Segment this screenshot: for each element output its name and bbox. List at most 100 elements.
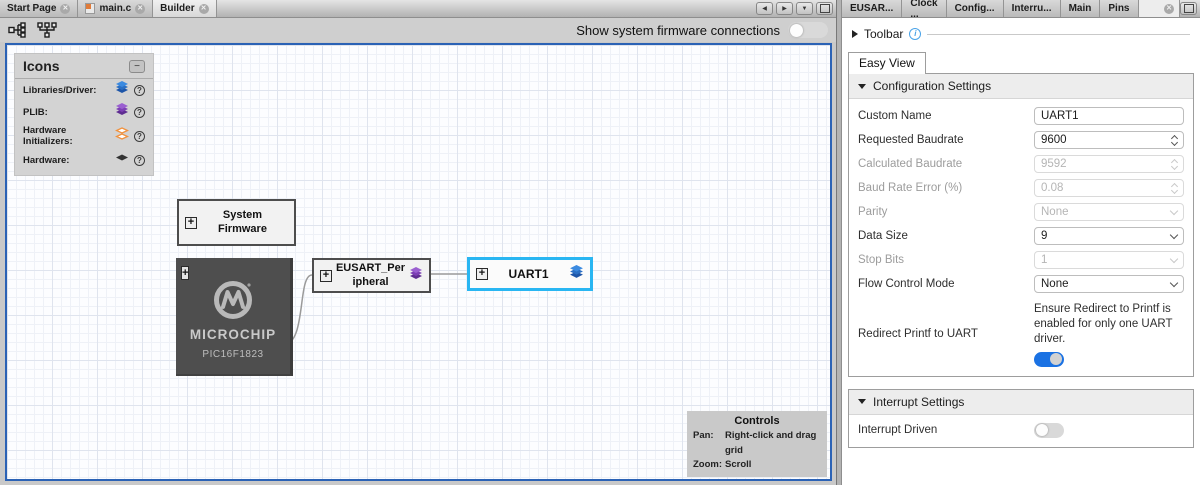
layers-purple-icon xyxy=(115,103,129,121)
requested-baudrate-row: Requested Baudrate 9600 xyxy=(849,128,1193,152)
chip-part-number: PIC16F1823 xyxy=(202,349,264,360)
close-icon[interactable]: ✕ xyxy=(60,3,71,14)
stop-bits-row: Stop Bits 1 xyxy=(849,248,1193,272)
interrupt-driven-toggle[interactable] xyxy=(1034,422,1064,438)
chevron-down-icon[interactable] xyxy=(1169,230,1179,239)
flow-control-mode-select[interactable]: None xyxy=(1034,275,1184,293)
maximize-icon[interactable] xyxy=(816,2,833,15)
uart1-block[interactable]: + UART1 xyxy=(467,257,593,291)
stepper-arrows-icon xyxy=(1170,158,1179,170)
tab-main[interactable]: Main xyxy=(1060,0,1101,17)
toolbar-label: Toolbar xyxy=(864,27,904,41)
requested-baudrate-stepper[interactable]: 9600 xyxy=(1034,131,1184,149)
block-label: EUSART_Peripheral xyxy=(335,261,406,288)
expand-icon[interactable]: + xyxy=(320,269,332,282)
legend-title: Icons xyxy=(23,58,60,74)
scroll-right-icon[interactable]: ▶ xyxy=(776,2,793,15)
builder-canvas[interactable]: Icons − Libraries/Driver: ? PLIB: ? Hard… xyxy=(5,43,832,481)
icons-legend: Icons − Libraries/Driver: ? PLIB: ? Hard… xyxy=(14,53,154,176)
help-icon[interactable]: ? xyxy=(134,130,145,142)
layers-purple-icon xyxy=(409,266,423,285)
layers-blue-icon xyxy=(569,264,584,284)
stop-bits-select: 1 xyxy=(1034,251,1184,269)
controls-title: Controls xyxy=(734,415,780,428)
tab-main-c[interactable]: main.c ✕ xyxy=(78,0,154,17)
configuration-settings-header[interactable]: Configuration Settings xyxy=(849,74,1193,99)
tab-pins[interactable]: Pins xyxy=(1100,0,1139,17)
close-icon[interactable]: ✕ xyxy=(1164,3,1174,14)
tab-list-dropdown-icon[interactable]: ▼ xyxy=(796,2,813,15)
diamond-black-icon xyxy=(115,151,129,169)
stepper-arrows-icon[interactable] xyxy=(1170,134,1179,146)
expand-icon[interactable]: + xyxy=(181,266,190,280)
editor-area: Start Page ✕ main.c ✕ Builder ✕ ◀ ▶ ▼ Sh… xyxy=(0,0,836,485)
block-label: UART1 xyxy=(508,266,549,281)
legend-item-hw-initializers: Hardware Initializers: ? xyxy=(15,123,153,149)
chevron-down-icon[interactable] xyxy=(1169,278,1179,287)
system-firmware-block[interactable]: + System Firmware xyxy=(177,199,296,246)
controls-info-box: Controls Pan: Right-click and drag grid … xyxy=(687,411,827,477)
legend-item-plib: PLIB: ? xyxy=(15,101,153,123)
c-file-icon xyxy=(85,3,96,14)
chip-brand: MICROCHIP xyxy=(189,327,277,342)
stepper-arrows-icon xyxy=(1170,182,1179,194)
chip-block[interactable]: + MICROCHIP PIC16F1823 xyxy=(176,258,293,376)
interrupt-driven-row: Interrupt Driven xyxy=(849,420,1193,441)
chevron-down-icon xyxy=(1169,254,1179,263)
show-connections-toggle[interactable] xyxy=(788,22,828,38)
interrupt-settings-panel: Interrupt Settings Interrupt Driven xyxy=(848,388,1194,448)
controls-pan-row: Pan: Right-click and drag grid xyxy=(693,430,817,456)
help-icon[interactable]: ? xyxy=(134,154,145,166)
expanded-triangle-icon[interactable] xyxy=(858,83,866,89)
data-size-select[interactable]: 9 xyxy=(1034,227,1184,245)
controls-zoom-row: Zoom: Scroll xyxy=(693,458,752,470)
baud-rate-error-stepper: 0.08 xyxy=(1034,179,1184,197)
tab-start-page[interactable]: Start Page ✕ xyxy=(0,0,79,17)
maximize-icon[interactable] xyxy=(1180,2,1197,15)
close-icon[interactable]: ✕ xyxy=(135,3,146,14)
collapsed-triangle-icon[interactable] xyxy=(852,30,858,38)
tab-active-blank[interactable]: ✕ xyxy=(1138,0,1180,17)
microchip-logo-icon xyxy=(214,281,252,319)
tab-easy-view[interactable]: Easy View xyxy=(848,52,926,74)
calculated-baudrate-row: Calculated Baudrate 9592 xyxy=(849,152,1193,176)
block-label: System Firmware xyxy=(218,208,267,235)
expand-icon[interactable]: + xyxy=(476,268,488,280)
flow-control-mode-row: Flow Control Mode None xyxy=(849,272,1193,296)
custom-name-input[interactable]: UART1 xyxy=(1034,107,1184,125)
layers-blue-icon xyxy=(115,81,129,99)
tab-clock[interactable]: Clock ... xyxy=(902,0,947,20)
expanded-triangle-icon[interactable] xyxy=(858,399,866,405)
help-icon[interactable]: ? xyxy=(134,106,145,118)
tab-configuration[interactable]: Config... xyxy=(946,0,1004,17)
redirect-printf-toggle[interactable] xyxy=(1034,351,1064,367)
tab-eusart[interactable]: EUSAR... xyxy=(842,0,903,17)
redirect-printf-row: Redirect Printf to UART Ensure Redirect … xyxy=(849,296,1193,370)
tab-label: Builder xyxy=(160,3,195,14)
tab-scroll-buttons: ◀ ▶ ▼ xyxy=(756,0,836,17)
eusart-peripheral-block[interactable]: + EUSART_Peripheral xyxy=(312,258,431,293)
editor-tabbar: Start Page ✕ main.c ✕ Builder ✕ ◀ ▶ ▼ xyxy=(0,0,836,18)
tree-connections-icon[interactable] xyxy=(36,22,58,38)
expand-icon[interactable]: + xyxy=(185,216,197,229)
baud-rate-error-row: Baud Rate Error (%) 0.08 xyxy=(849,176,1193,200)
info-icon[interactable]: i xyxy=(909,28,922,40)
configuration-settings-panel: Configuration Settings Custom Name UART1… xyxy=(848,73,1194,377)
help-icon[interactable]: ? xyxy=(134,84,145,96)
tab-label: main.c xyxy=(99,3,132,14)
tab-builder[interactable]: Builder ✕ xyxy=(153,0,217,17)
data-size-row: Data Size 9 xyxy=(849,224,1193,248)
parity-select: None xyxy=(1034,203,1184,221)
tab-interrupt[interactable]: Interru... xyxy=(1003,0,1061,17)
close-icon[interactable]: ✕ xyxy=(198,3,209,14)
inspector-panel: EUSAR... Clock ... Config... Interru... … xyxy=(842,0,1200,485)
parity-row: Parity None xyxy=(849,200,1193,224)
flat-connections-icon[interactable] xyxy=(8,22,28,38)
show-connections-label: Show system firmware connections xyxy=(576,22,780,38)
collapse-legend-icon[interactable]: − xyxy=(129,59,145,73)
scroll-left-icon[interactable]: ◀ xyxy=(756,2,773,15)
toolbar-section[interactable]: Toolbar i xyxy=(842,18,1200,46)
builder-toolbar: Show system firmware connections xyxy=(0,18,836,42)
interrupt-settings-header[interactable]: Interrupt Settings xyxy=(849,389,1193,415)
calculated-baudrate-stepper: 9592 xyxy=(1034,155,1184,173)
